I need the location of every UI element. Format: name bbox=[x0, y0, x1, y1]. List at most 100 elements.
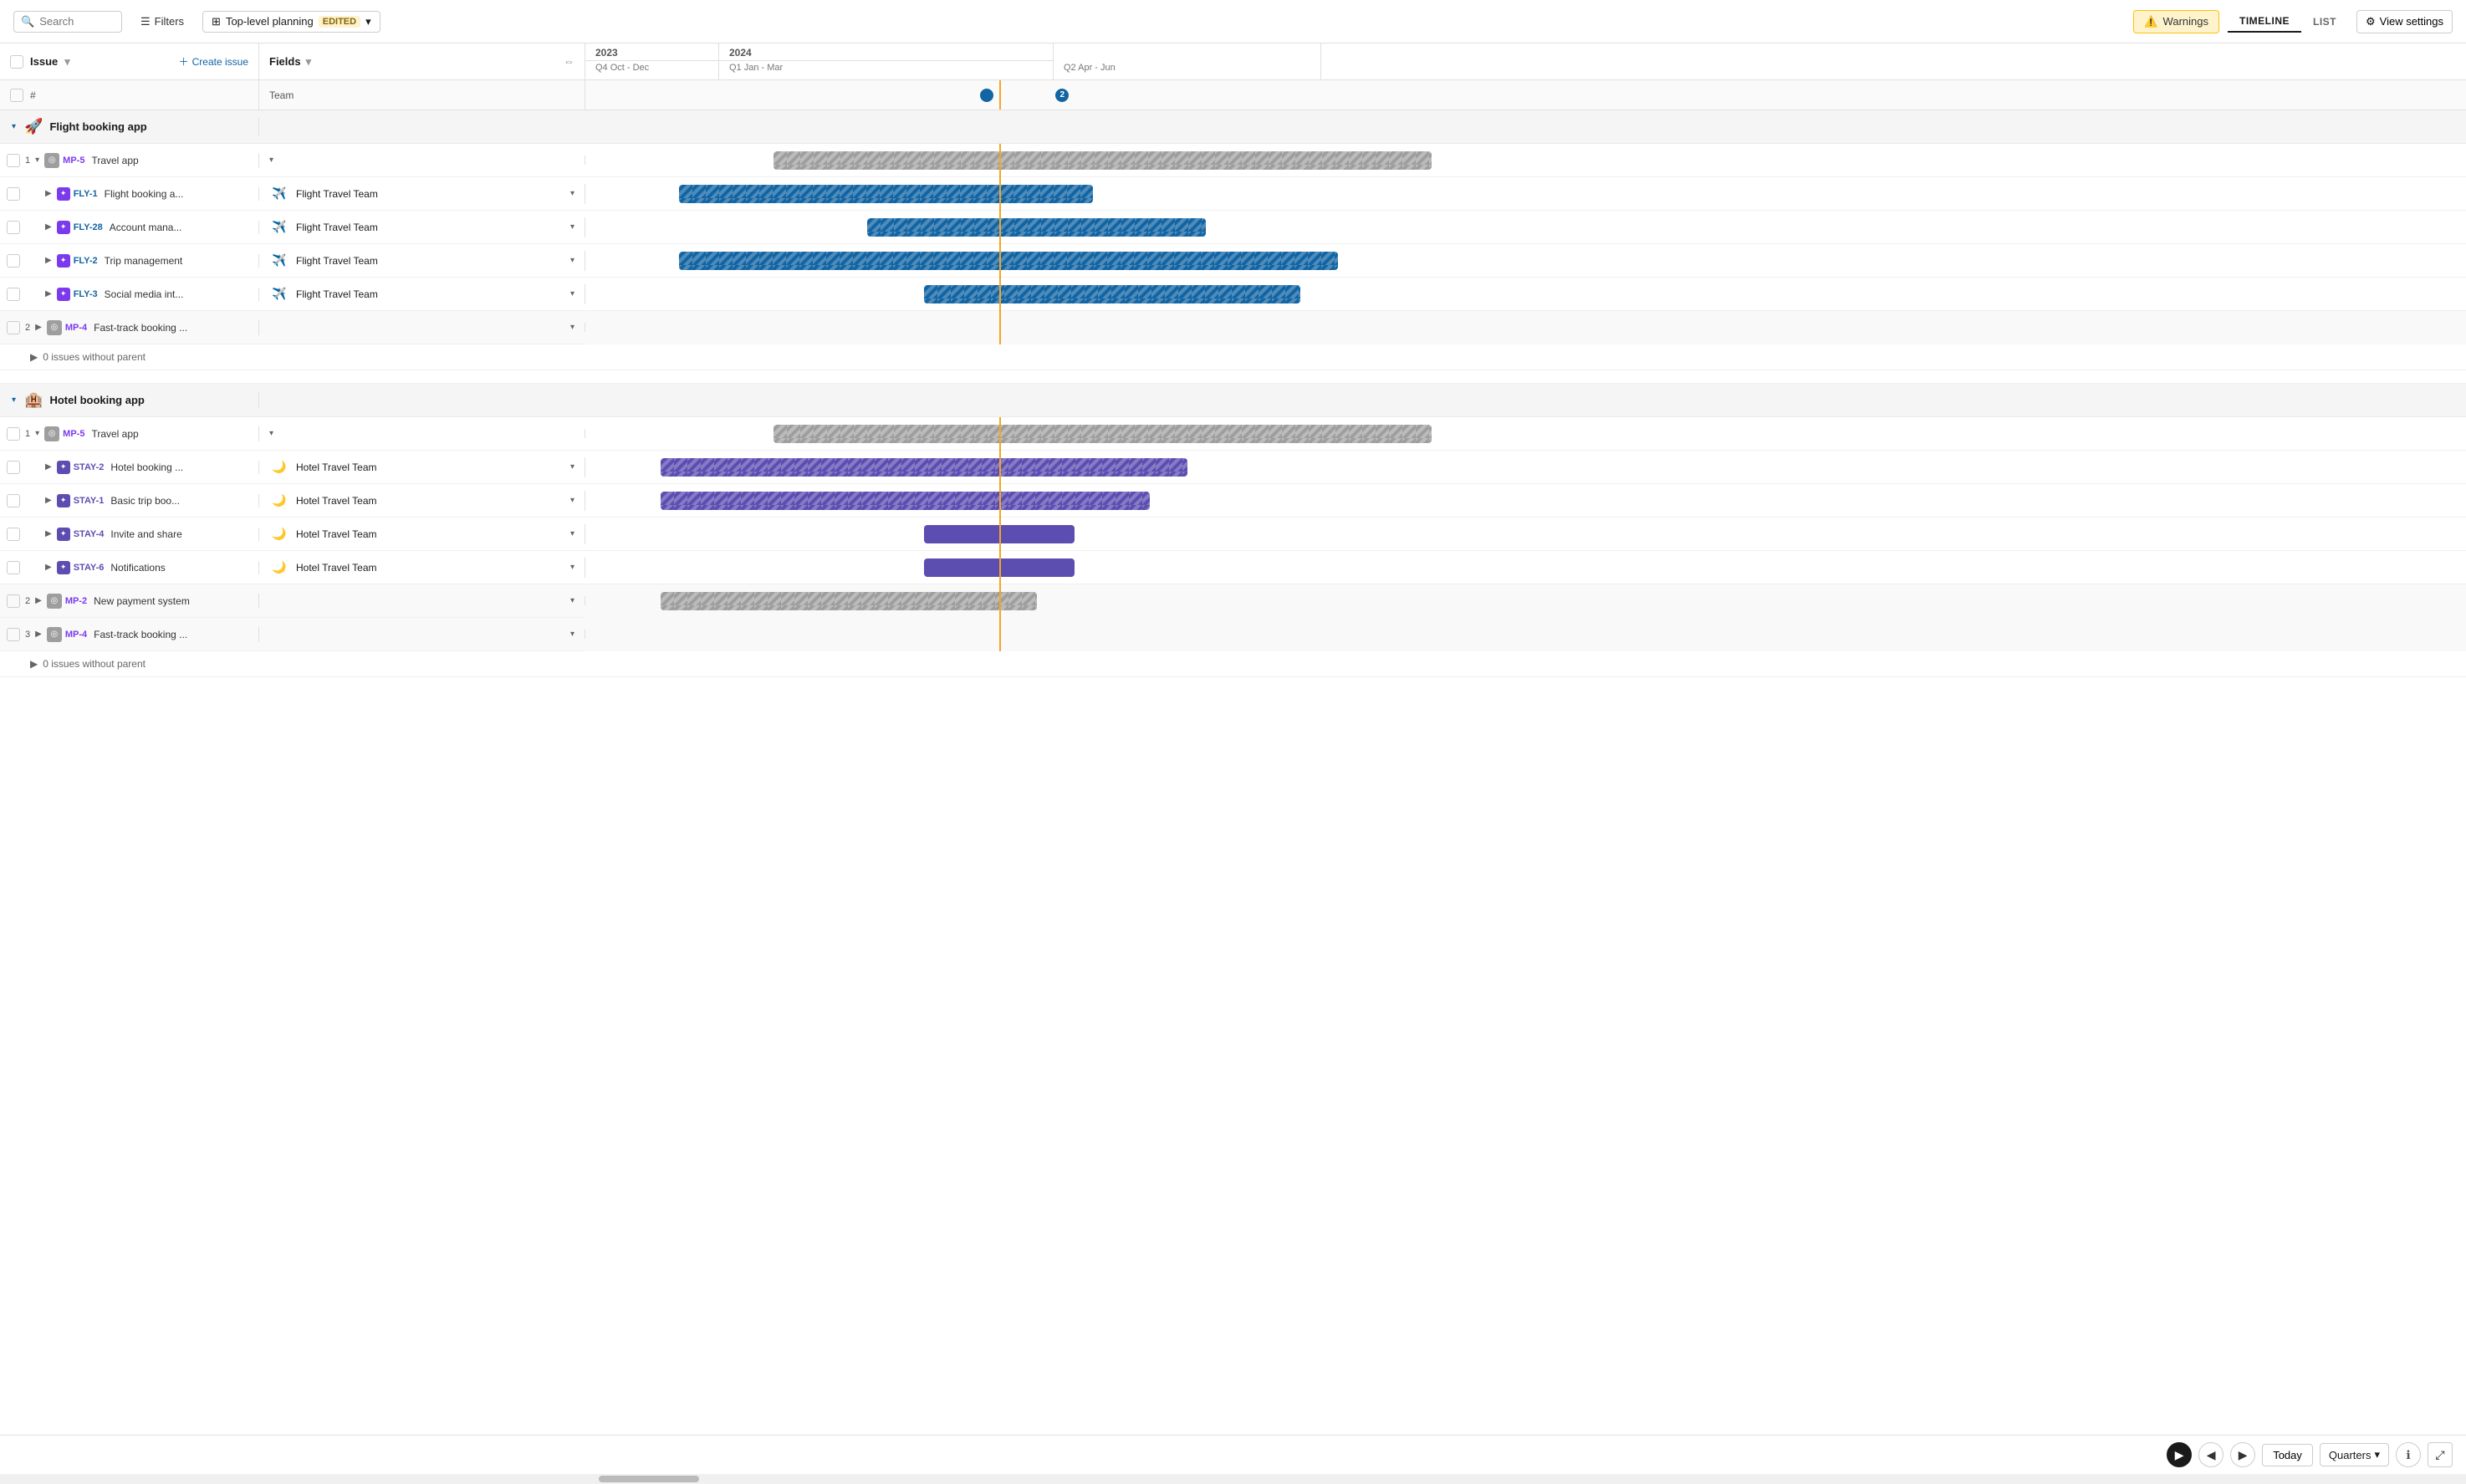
nav-right-button[interactable]: ▶ bbox=[2167, 1442, 2192, 1467]
expand-arrow[interactable]: ▶ bbox=[33, 323, 43, 332]
row-checkbox[interactable] bbox=[7, 187, 20, 201]
issue-key-stay4[interactable]: STAY-4 bbox=[74, 529, 105, 539]
search-box[interactable]: 🔍 bbox=[13, 11, 122, 33]
create-issue-button[interactable]: ＋ Create issue bbox=[179, 54, 248, 69]
timeline-cell-fly3 bbox=[585, 278, 2466, 311]
table-row: 1 ▾ ◎ MP-5 Travel app ▾ bbox=[0, 144, 2466, 177]
expand-view-button[interactable]: ⤢ bbox=[2428, 1442, 2453, 1467]
resize-icon[interactable]: ⇔ bbox=[564, 55, 574, 68]
issue-key-stay2[interactable]: STAY-2 bbox=[74, 462, 105, 472]
row-num-1-hotel: 1 bbox=[25, 429, 30, 439]
expand-arrow[interactable]: ▶ bbox=[43, 563, 54, 572]
year-2023-label: 2023 bbox=[585, 43, 718, 61]
gantt-bar-fly28[interactable] bbox=[867, 218, 1206, 237]
toolbar-left: 🔍 ☰ Filters ⊞ Top-level planning EDITED … bbox=[13, 11, 380, 33]
issue-key-mp4-flight[interactable]: MP-4 bbox=[65, 323, 87, 333]
issue-key-mp5-flight[interactable]: MP-5 bbox=[63, 156, 84, 166]
milestone-dot-blue[interactable] bbox=[980, 89, 993, 102]
info-button[interactable]: ℹ bbox=[2396, 1442, 2421, 1467]
top-level-planning-button[interactable]: ⊞ Top-level planning EDITED ▾ bbox=[202, 11, 380, 33]
scrollbar-thumb[interactable] bbox=[599, 1476, 699, 1482]
issue-key-fly1[interactable]: FLY-1 bbox=[74, 189, 98, 199]
tab-timeline[interactable]: TIMELINE bbox=[2228, 11, 2301, 33]
gantt-bar-mp5-hotel[interactable] bbox=[773, 425, 1432, 443]
dropdown-chevron[interactable]: ▾ bbox=[269, 156, 273, 165]
warnings-button[interactable]: ⚠️ Warnings bbox=[2133, 10, 2219, 33]
dropdown-chevron[interactable]: ▾ bbox=[570, 596, 574, 605]
nav-left-button[interactable]: ◀ bbox=[2198, 1442, 2223, 1467]
row-checkbox[interactable] bbox=[7, 321, 20, 334]
issue-cell-fly3: ▶ ✦ FLY-3 Social media int... bbox=[0, 288, 259, 301]
row-checkbox[interactable] bbox=[7, 594, 20, 608]
expand-arrow[interactable]: ▶ bbox=[43, 529, 54, 538]
row-checkbox[interactable] bbox=[7, 561, 20, 574]
expand-arrow[interactable]: ▾ bbox=[33, 429, 41, 438]
tab-list[interactable]: LIST bbox=[2301, 12, 2348, 32]
dropdown-chevron[interactable]: ▾ bbox=[570, 496, 574, 505]
issue-key-mp5-hotel[interactable]: MP-5 bbox=[63, 429, 84, 439]
view-settings-button[interactable]: ⚙ View settings bbox=[2356, 10, 2453, 33]
expand-arrow[interactable]: ▶ bbox=[43, 256, 54, 265]
gantt-bar-stay2[interactable] bbox=[661, 458, 1187, 477]
dropdown-chevron[interactable]: ▾ bbox=[570, 222, 574, 232]
row-checkbox[interactable] bbox=[7, 528, 20, 541]
gantt-bar-mp2-hotel[interactable] bbox=[661, 592, 1037, 610]
dropdown-chevron[interactable]: ▾ bbox=[269, 429, 273, 438]
collapse-arrow-flight[interactable]: ▾ bbox=[10, 122, 18, 131]
gantt-bar-mp5-flight[interactable] bbox=[773, 151, 1432, 170]
dropdown-chevron[interactable]: ▾ bbox=[570, 529, 574, 538]
expand-arrow[interactable]: ▶ bbox=[43, 462, 54, 472]
team-name-fly2: Flight Travel Team bbox=[296, 255, 378, 267]
issue-cell-mp4-hotel: 3 ▶ ◎ MP-4 Fast-track booking ... bbox=[0, 627, 259, 642]
dropdown-chevron[interactable]: ▾ bbox=[570, 323, 574, 332]
filters-button[interactable]: ☰ Filters bbox=[132, 11, 192, 33]
issue-key-fly28[interactable]: FLY-28 bbox=[74, 222, 103, 232]
timeline-cell-mp4-hotel bbox=[585, 618, 2466, 651]
scroll-area[interactable]: ▾ 🚀 Flight booking app 1 ▾ ◎ MP-5 Travel… bbox=[0, 110, 2466, 1435]
row-checkbox[interactable] bbox=[7, 154, 20, 167]
nav-right-small-button[interactable]: ▶ bbox=[2230, 1442, 2255, 1467]
milestone-dot-numbered[interactable]: 2 bbox=[1055, 89, 1069, 102]
gantt-bar-fly2[interactable] bbox=[679, 252, 1337, 270]
issue-key-mp2-hotel[interactable]: MP-2 bbox=[65, 596, 87, 606]
expand-arrow[interactable]: ▶ bbox=[33, 596, 43, 605]
quarters-dropdown[interactable]: Quarters ▾ bbox=[2320, 1443, 2389, 1466]
gantt-bar-fly1[interactable] bbox=[679, 185, 1093, 203]
gantt-bar-fly3[interactable] bbox=[924, 285, 1300, 303]
issue-key-fly3[interactable]: FLY-3 bbox=[74, 289, 98, 299]
row-checkbox[interactable] bbox=[7, 221, 20, 234]
no-parent-row-flight[interactable]: ▶ 0 issues without parent bbox=[0, 344, 2466, 370]
select-all-checkbox[interactable] bbox=[10, 55, 23, 69]
row-checkbox[interactable] bbox=[7, 461, 20, 474]
row-checkbox[interactable] bbox=[7, 427, 20, 441]
dropdown-chevron[interactable]: ▾ bbox=[570, 630, 574, 639]
hotel-app-name: Hotel booking app bbox=[49, 394, 144, 406]
dropdown-chevron[interactable]: ▾ bbox=[570, 289, 574, 298]
hash-checkbox[interactable] bbox=[10, 89, 23, 102]
collapse-arrow-hotel[interactable]: ▾ bbox=[10, 395, 18, 405]
search-input[interactable] bbox=[39, 15, 115, 28]
row-checkbox[interactable] bbox=[7, 494, 20, 507]
expand-arrow[interactable]: ▶ bbox=[33, 630, 43, 639]
expand-arrow[interactable]: ▶ bbox=[43, 289, 54, 298]
issue-key-stay1[interactable]: STAY-1 bbox=[74, 496, 105, 506]
fields-cell-stay2: 🌙 Hotel Travel Team ▾ bbox=[259, 457, 585, 477]
today-button[interactable]: Today bbox=[2262, 1444, 2313, 1466]
expand-arrow[interactable]: ▶ bbox=[43, 189, 54, 198]
dropdown-chevron[interactable]: ▾ bbox=[570, 189, 574, 198]
issue-key-stay6[interactable]: STAY-6 bbox=[74, 563, 105, 573]
expand-arrow[interactable]: ▾ bbox=[33, 156, 41, 165]
row-checkbox[interactable] bbox=[7, 288, 20, 301]
issue-key-fly2[interactable]: FLY-2 bbox=[74, 256, 98, 266]
dropdown-chevron[interactable]: ▾ bbox=[570, 563, 574, 572]
horizontal-scrollbar[interactable] bbox=[0, 1474, 2466, 1484]
expand-arrow[interactable]: ▶ bbox=[43, 222, 54, 232]
gantt-bar-stay1[interactable] bbox=[661, 492, 1150, 510]
expand-arrow[interactable]: ▶ bbox=[43, 496, 54, 505]
no-parent-row-hotel[interactable]: ▶ 0 issues without parent bbox=[0, 651, 2466, 677]
dropdown-chevron[interactable]: ▾ bbox=[570, 256, 574, 265]
row-checkbox[interactable] bbox=[7, 254, 20, 268]
dropdown-chevron[interactable]: ▾ bbox=[570, 462, 574, 472]
issue-key-mp4-hotel[interactable]: MP-4 bbox=[65, 630, 87, 640]
row-checkbox[interactable] bbox=[7, 628, 20, 641]
